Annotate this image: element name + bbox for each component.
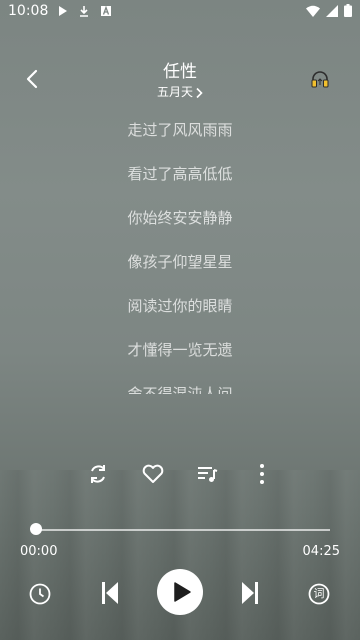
a-box-icon [101, 5, 111, 16]
previous-icon[interactable] [99, 580, 121, 606]
play-icon [59, 6, 67, 16]
lyric-line: 像孩子仰望星星 [127, 253, 233, 271]
current-time: 00:00 [20, 544, 58, 559]
history-icon[interactable] [28, 582, 52, 606]
more-vertical-icon[interactable] [248, 460, 276, 488]
status-system-icons [306, 4, 352, 17]
status-time: 10:08 [8, 3, 49, 19]
play-button[interactable] [157, 569, 203, 615]
status-bar: 10:08 [0, 0, 360, 24]
repeat-icon[interactable] [84, 460, 112, 488]
play-icon [174, 582, 191, 602]
lyric-line: 走过了风风雨雨 [127, 121, 233, 139]
lyric-line: 阅读过你的眼睛 [127, 297, 233, 315]
lyrics-button-glyph: 词 [313, 587, 325, 600]
signal-icon [326, 4, 338, 17]
lyrics-button[interactable]: 词 [307, 582, 331, 606]
next-icon[interactable] [239, 580, 261, 606]
playlist-icon[interactable] [193, 460, 221, 488]
lyric-line: 你始终安安静静 [127, 209, 233, 227]
download-icon [80, 6, 88, 17]
song-title: 任性 [163, 62, 197, 82]
action-row [0, 460, 360, 488]
chevron-right-icon [196, 87, 203, 98]
heart-icon[interactable] [139, 460, 167, 488]
progress-track[interactable] [36, 529, 330, 531]
artist-name: 五月天 [156, 85, 193, 99]
lyric-line: 舍不得混沌人间 [127, 385, 233, 394]
lyrics-panel[interactable]: 走过了风风雨雨 看过了高高低低 你始终安安静静 像孩子仰望星星 阅读过你的眼睛 … [0, 108, 360, 394]
artist-link[interactable]: 五月天 [0, 83, 360, 100]
status-notification-icons [56, 5, 112, 17]
progress-thumb[interactable] [30, 523, 42, 535]
total-time: 04:25 [302, 544, 340, 559]
headset-icon[interactable] [310, 69, 330, 89]
wifi-icon [306, 5, 320, 17]
lyric-line: 看过了高高低低 [127, 165, 233, 183]
lyric-line: 才懂得一览无遗 [127, 341, 233, 359]
battery-icon [344, 4, 352, 17]
